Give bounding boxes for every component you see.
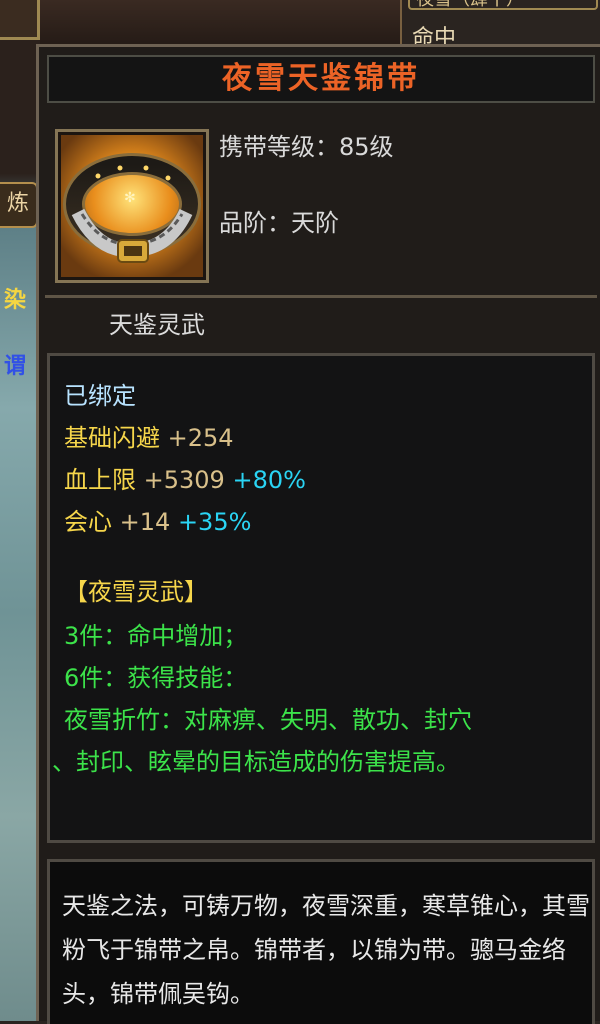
stat-crit: 会心 +14 +35% [64, 506, 251, 538]
item-description: 天鉴之法，可铸万物，夜雪深重，寒草锥心，其雪粉飞于锦带之帛。锦带者，以锦为带。骢… [62, 892, 590, 1008]
right-stats-panel: 夜雪（肆十） 命中 [400, 0, 600, 51]
carry-level: 携带等级：85级 [219, 133, 394, 161]
stat-label: 基础闪避 [64, 424, 160, 452]
stat-label: 会心 [64, 508, 112, 536]
skill-desc-line1: 夜雪折竹：对麻痹、失明、散功、封穴 [64, 706, 472, 734]
golden-belt-icon: ✻ [61, 135, 203, 277]
stat-value: +5309 [143, 466, 225, 494]
refine-button[interactable]: 炼 [0, 182, 38, 228]
description-box: 天鉴之法，可铸万物，夜雪深重，寒草锥心，其雪粉飞于锦带之帛。锦带者，以锦为带。骢… [47, 859, 595, 1024]
divider [45, 295, 597, 298]
side-text: 谓 [4, 354, 27, 379]
skill-desc-line2: 、封印、眩晕的目标造成的伤害提高。 [52, 748, 460, 776]
stat-hp-max: 血上限 +5309 +80% [64, 464, 306, 496]
set-title: 【夜雪灵武】 [64, 578, 208, 606]
set-label: 天鉴灵武 [109, 311, 205, 339]
item-name: 夜雪天鉴锦带 [47, 55, 595, 103]
stat-percent: +35% [177, 508, 252, 536]
right-panel-tab[interactable]: 夜雪（肆十） [408, 0, 598, 10]
set-bonus-6: 6件：获得技能： [64, 664, 248, 692]
stat-percent: +80% [232, 466, 306, 494]
stat-label: 血上限 [64, 466, 136, 494]
item-icon-frame: ✻ [55, 129, 209, 283]
stat-base-dodge: 基础闪避 +254 [64, 422, 234, 454]
item-grade: 品阶：天阶 [219, 209, 339, 237]
scene-frame-corner [0, 0, 40, 40]
item-tooltip: 夜雪天鉴锦带 ✻ 携带等级：85级 品阶：天阶 天鉴灵武 已绑定 基础闪避 +2… [36, 44, 600, 1024]
stat-value: +14 [119, 508, 171, 536]
bound-status: 已绑定 [64, 382, 136, 410]
svg-text:✻: ✻ [124, 190, 136, 206]
stat-value: +254 [167, 424, 234, 452]
set-bonus-3: 3件：命中增加； [64, 622, 248, 650]
attributes-box: 已绑定 基础闪避 +254 血上限 +5309 +80% 会心 +14 +35%… [47, 353, 595, 843]
game-scene-left [0, 0, 40, 1021]
dye-button-text[interactable]: 染 [4, 282, 26, 314]
